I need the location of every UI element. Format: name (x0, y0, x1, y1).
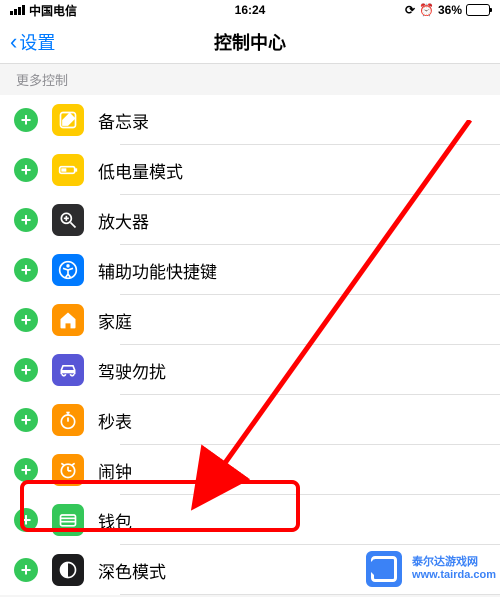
row-label: 备忘录 (98, 108, 149, 133)
section-header: 更多控制 (0, 64, 500, 95)
row-label: 闹钟 (98, 458, 132, 483)
add-button[interactable]: + (14, 108, 38, 132)
list-item[interactable]: + 备忘录 (0, 95, 500, 145)
battery-icon (466, 4, 490, 16)
watermark-icon (366, 551, 402, 587)
battery-percent: 36% (438, 3, 462, 17)
low-power-icon (52, 154, 84, 186)
row-label: 深色模式 (98, 558, 166, 583)
list-item[interactable]: + 放大器 (0, 195, 500, 245)
row-label: 放大器 (98, 208, 149, 233)
row-label: 家庭 (98, 308, 132, 333)
home-icon (52, 304, 84, 336)
list-item[interactable]: + 低电量模式 (0, 145, 500, 195)
status-bar: 中国电信 16:24 ⟳ ⏰ 36% (0, 0, 500, 20)
driving-dnd-icon (52, 354, 84, 386)
watermark-line2: www.tairda.com (412, 569, 496, 582)
add-button[interactable]: + (14, 458, 38, 482)
list-item[interactable]: + 秒表 (0, 395, 500, 445)
list-item[interactable]: + 钱包 (0, 495, 500, 545)
list-item[interactable]: + 闹钟 (0, 445, 500, 495)
carrier-label: 中国电信 (29, 2, 77, 19)
accessibility-icon (52, 254, 84, 286)
row-label: 秒表 (98, 408, 132, 433)
back-label: 设置 (19, 29, 55, 55)
clock: 16:24 (170, 3, 330, 17)
magnifier-icon (52, 204, 84, 236)
add-button[interactable]: + (14, 558, 38, 582)
list-item[interactable]: + 驾驶勿扰 (0, 345, 500, 395)
nav-bar: ‹ 设置 控制中心 (0, 20, 500, 64)
watermark-line1: 泰尔达游戏网 (412, 556, 496, 569)
alarm-status-icon: ⏰ (419, 3, 434, 17)
list-item[interactable]: + 家庭 (0, 295, 500, 345)
page-title: 控制中心 (214, 29, 286, 55)
wallet-icon (52, 504, 84, 536)
notes-icon (52, 104, 84, 136)
row-label: 辅助功能快捷键 (98, 258, 217, 283)
add-button[interactable]: + (14, 158, 38, 182)
signal-icon (10, 5, 25, 15)
stopwatch-icon (52, 404, 84, 436)
add-button[interactable]: + (14, 358, 38, 382)
row-label: 钱包 (98, 508, 132, 533)
list-item[interactable]: + 辅助功能快捷键 (0, 245, 500, 295)
dark-mode-icon (52, 554, 84, 586)
add-button[interactable]: + (14, 208, 38, 232)
add-button[interactable]: + (14, 258, 38, 282)
orientation-lock-icon: ⟳ (405, 3, 415, 17)
add-button[interactable]: + (14, 308, 38, 332)
add-button[interactable]: + (14, 408, 38, 432)
alarm-icon (52, 454, 84, 486)
row-label: 驾驶勿扰 (98, 358, 166, 383)
add-button[interactable]: + (14, 508, 38, 532)
back-button[interactable]: ‹ 设置 (10, 29, 55, 55)
chevron-left-icon: ‹ (10, 29, 17, 55)
controls-list: +备忘录+低电量模式+放大器+辅助功能快捷键+家庭+驾驶勿扰+秒表+闹钟+钱包+… (0, 95, 500, 595)
watermark: 泰尔达游戏网 www.tairda.com (366, 551, 500, 587)
row-label: 低电量模式 (98, 158, 183, 183)
